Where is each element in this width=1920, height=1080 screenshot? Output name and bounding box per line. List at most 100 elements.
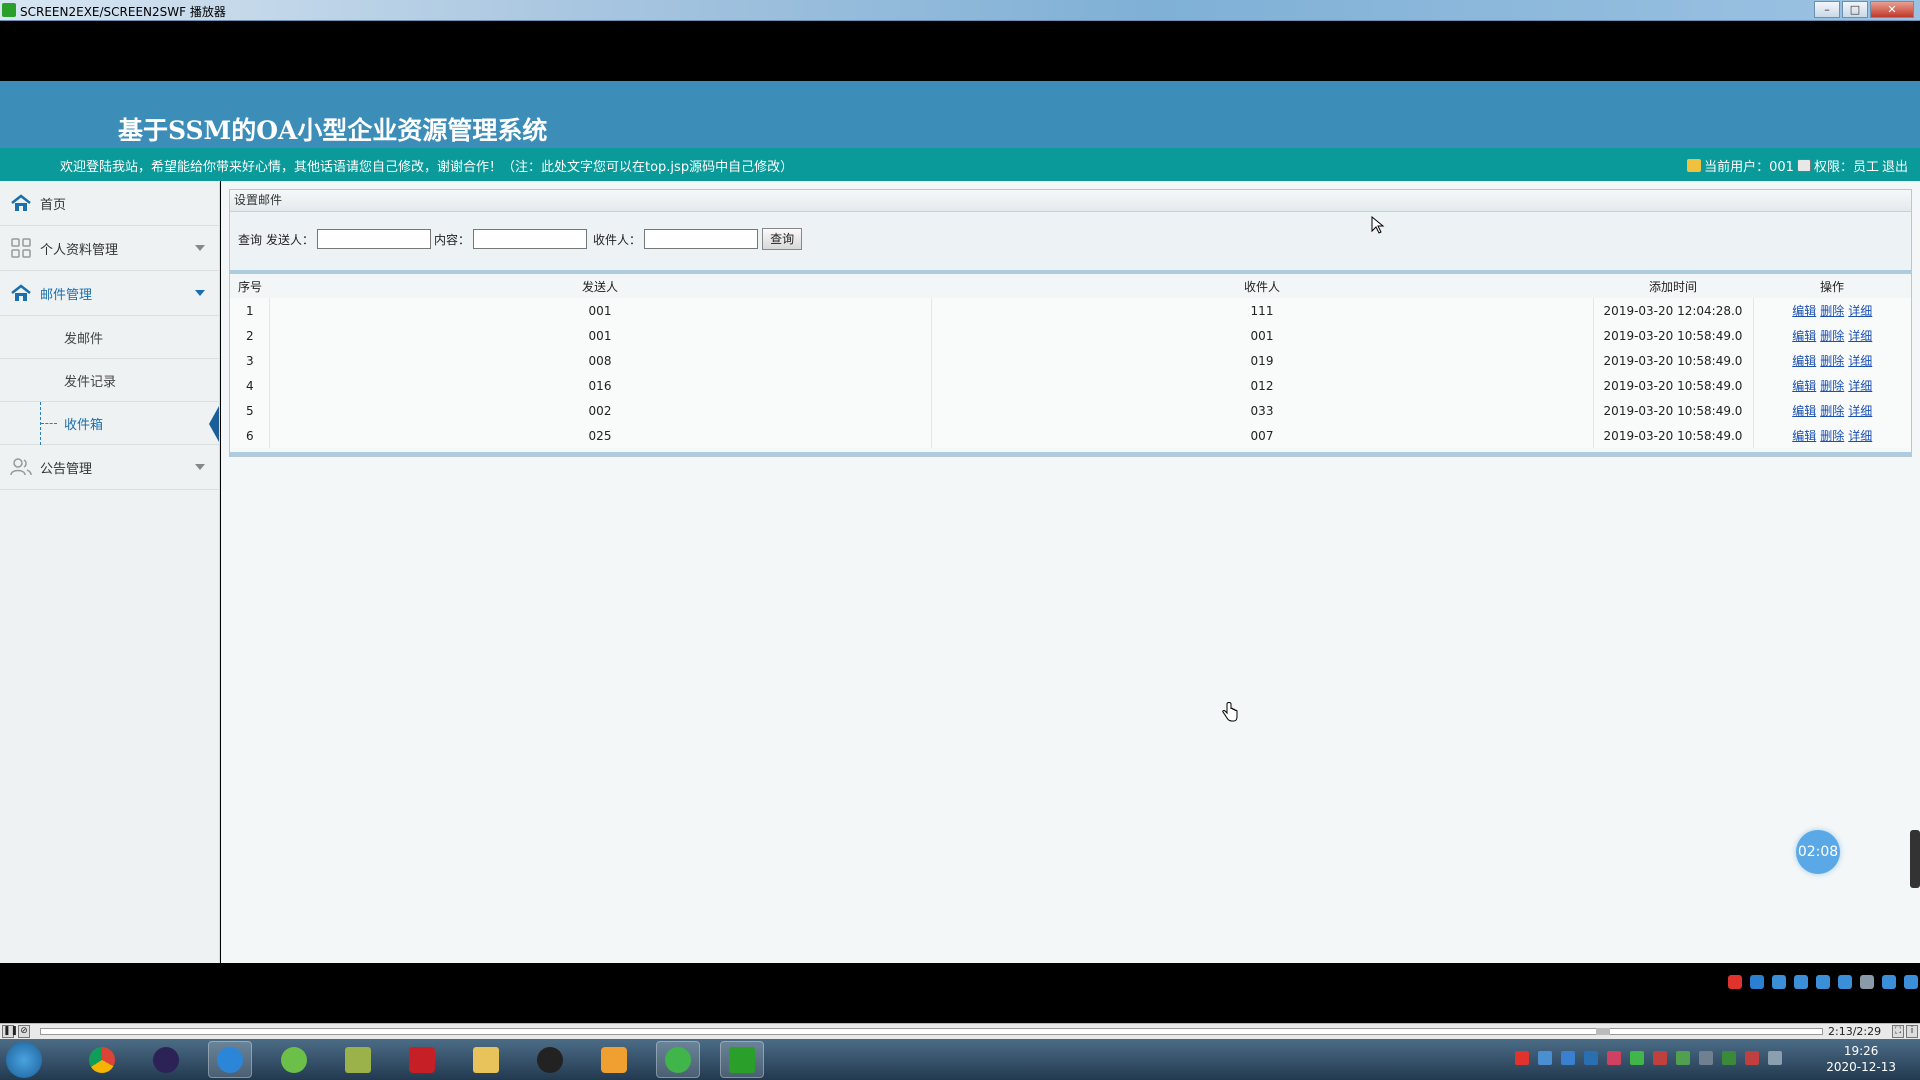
maximize-button[interactable]: □ — [1842, 1, 1868, 18]
chevron-down-icon — [195, 290, 205, 296]
action-center-icon[interactable] — [1768, 1051, 1782, 1065]
keyboard-icon[interactable] — [1838, 975, 1852, 989]
detail-link[interactable]: 详细 — [1848, 379, 1872, 393]
table-row: 5 002 033 2019-03-20 10:58:49.0 编辑 删除 详细 — [230, 398, 1911, 423]
sidebar-subitem-send-mail[interactable]: 发邮件 — [0, 316, 219, 359]
col-header-time: 添加时间 — [1593, 274, 1753, 298]
cell-time: 2019-03-20 10:58:49.0 — [1593, 348, 1754, 373]
edit-link[interactable]: 编辑 — [1792, 379, 1816, 393]
delete-link[interactable]: 删除 — [1820, 429, 1844, 443]
pause-icon[interactable]: ❚❚ — [2, 1025, 18, 1038]
edit-link[interactable]: 编辑 — [1792, 354, 1816, 368]
minimize-button[interactable]: – — [1814, 1, 1840, 18]
sender-input[interactable] — [317, 229, 432, 249]
query-label: 查询 — [238, 232, 263, 247]
sidebar-item-notice[interactable]: 公告管理 — [0, 445, 219, 490]
delete-link[interactable]: 删除 — [1820, 404, 1844, 418]
sidebar-item-label: 收件箱 — [64, 417, 104, 433]
green-app-icon[interactable] — [272, 1041, 316, 1078]
folder-icon[interactable] — [464, 1041, 508, 1078]
cell-time: 2019-03-20 10:58:49.0 — [1593, 398, 1754, 423]
cell-sender: 002 — [269, 398, 932, 423]
sidebar-item-profile[interactable]: 个人资料管理 — [0, 226, 219, 271]
system-tray — [1515, 1051, 1782, 1065]
battery-icon[interactable] — [1722, 1051, 1736, 1065]
receiver-input[interactable] — [644, 229, 759, 249]
detail-link[interactable]: 详细 — [1848, 354, 1872, 368]
receiver-label: 收件人： — [593, 232, 642, 247]
delete-link[interactable]: 删除 — [1820, 329, 1844, 343]
table-header-row: 序号 发送人 收件人 添加时间 操作 — [230, 274, 1911, 298]
panel-title: 设置邮件 — [230, 190, 1911, 212]
toolbox-icon[interactable] — [1904, 975, 1918, 989]
cell-time: 2019-03-20 10:58:49.0 — [1593, 423, 1754, 448]
qq-icon[interactable] — [528, 1041, 572, 1078]
active-marker-icon — [209, 406, 219, 442]
detail-link[interactable]: 详细 — [1848, 404, 1872, 418]
seek-bar[interactable] — [40, 1028, 1823, 1035]
network-icon[interactable] — [1676, 1051, 1690, 1065]
info-icon[interactable]: i — [1906, 1025, 1918, 1038]
user-icon[interactable] — [1860, 975, 1874, 989]
query-button[interactable]: 查询 — [762, 228, 803, 250]
eclipse-icon[interactable] — [144, 1041, 188, 1078]
tray-app-icon[interactable] — [1607, 1051, 1621, 1065]
taskbar-clock[interactable]: 19:26 2020-12-13 — [1826, 1043, 1896, 1075]
sidebar-subitem-inbox[interactable]: 收件箱 — [0, 402, 219, 445]
edit-link[interactable]: 编辑 — [1792, 404, 1816, 418]
chrome-icon[interactable] — [80, 1041, 124, 1078]
ime-chinese-icon[interactable] — [1750, 975, 1764, 989]
wechat-icon[interactable] — [656, 1041, 700, 1078]
cell-sender: 025 — [269, 423, 932, 448]
edit-link[interactable]: 编辑 — [1792, 429, 1816, 443]
content-input[interactable] — [473, 229, 588, 249]
audio-icon[interactable] — [592, 1041, 636, 1078]
microphone-icon[interactable] — [1816, 975, 1830, 989]
close-button[interactable]: ✕ — [1870, 1, 1914, 18]
detail-link[interactable]: 详细 — [1848, 304, 1872, 318]
fullscreen-icon[interactable]: ⛶ — [1892, 1025, 1904, 1038]
cell-receiver: 012 — [931, 373, 1594, 398]
tray-app-icon[interactable] — [1538, 1051, 1552, 1065]
letterbox-top — [0, 21, 1920, 81]
wechat-tray-icon[interactable] — [1630, 1051, 1644, 1065]
col-header-receiver: 收件人 — [931, 274, 1593, 298]
seek-knob[interactable] — [1596, 1028, 1610, 1035]
logout-link[interactable]: 退出 — [1882, 156, 1908, 175]
side-drag-handle[interactable] — [1910, 830, 1920, 888]
emoji-icon[interactable] — [1794, 975, 1808, 989]
detail-link[interactable]: 详细 — [1848, 429, 1872, 443]
browser-icon[interactable] — [208, 1041, 252, 1078]
tray-app-icon[interactable] — [1653, 1051, 1667, 1065]
delete-link[interactable]: 删除 — [1820, 379, 1844, 393]
edit-link[interactable]: 编辑 — [1792, 329, 1816, 343]
sogou-tray-icon[interactable] — [1515, 1051, 1529, 1065]
system-title: 基于SSM的OA小型企业资源管理系统 — [118, 116, 548, 145]
skin-icon[interactable] — [1882, 975, 1896, 989]
punctuation-icon[interactable] — [1772, 975, 1786, 989]
delete-link[interactable]: 删除 — [1820, 354, 1844, 368]
cell-receiver: 033 — [931, 398, 1594, 423]
cell-actions: 编辑 删除 详细 — [1753, 298, 1911, 323]
edit-link[interactable]: 编辑 — [1792, 304, 1816, 318]
editor-icon[interactable] — [336, 1041, 380, 1078]
table-row: 1 001 111 2019-03-20 12:04:28.0 编辑 删除 详细 — [230, 298, 1911, 323]
mail-table: 序号 发送人 收件人 添加时间 操作 1 001 111 2019-03-20 12:… — [230, 270, 1911, 456]
flash-icon[interactable] — [400, 1041, 444, 1078]
delete-link[interactable]: 删除 — [1820, 304, 1844, 318]
screen2swf-icon[interactable] — [720, 1041, 764, 1078]
sidebar-subitem-sent-records[interactable]: 发件记录 — [0, 359, 219, 402]
volume-icon[interactable] — [1745, 1051, 1759, 1065]
shield-icon[interactable] — [1561, 1051, 1575, 1065]
tray-app-icon[interactable] — [1699, 1051, 1713, 1065]
start-button[interactable] — [6, 1042, 42, 1078]
sidebar-item-home[interactable]: 首页 — [0, 181, 219, 226]
main-content: 设置邮件 查询 发送人： 内容： 收件人： 查询 序号 发送人 收件人 添加时间… — [221, 181, 1920, 963]
sidebar-item-mail[interactable]: 邮件管理 — [0, 271, 219, 316]
sogou-icon[interactable] — [1728, 975, 1742, 989]
loop-icon[interactable]: ⊘ — [18, 1025, 30, 1038]
recording-timer-badge[interactable]: 02:08 — [1796, 830, 1840, 874]
cell-index: 6 — [230, 423, 270, 448]
detail-link[interactable]: 详细 — [1848, 329, 1872, 343]
tray-app-icon[interactable] — [1584, 1051, 1598, 1065]
